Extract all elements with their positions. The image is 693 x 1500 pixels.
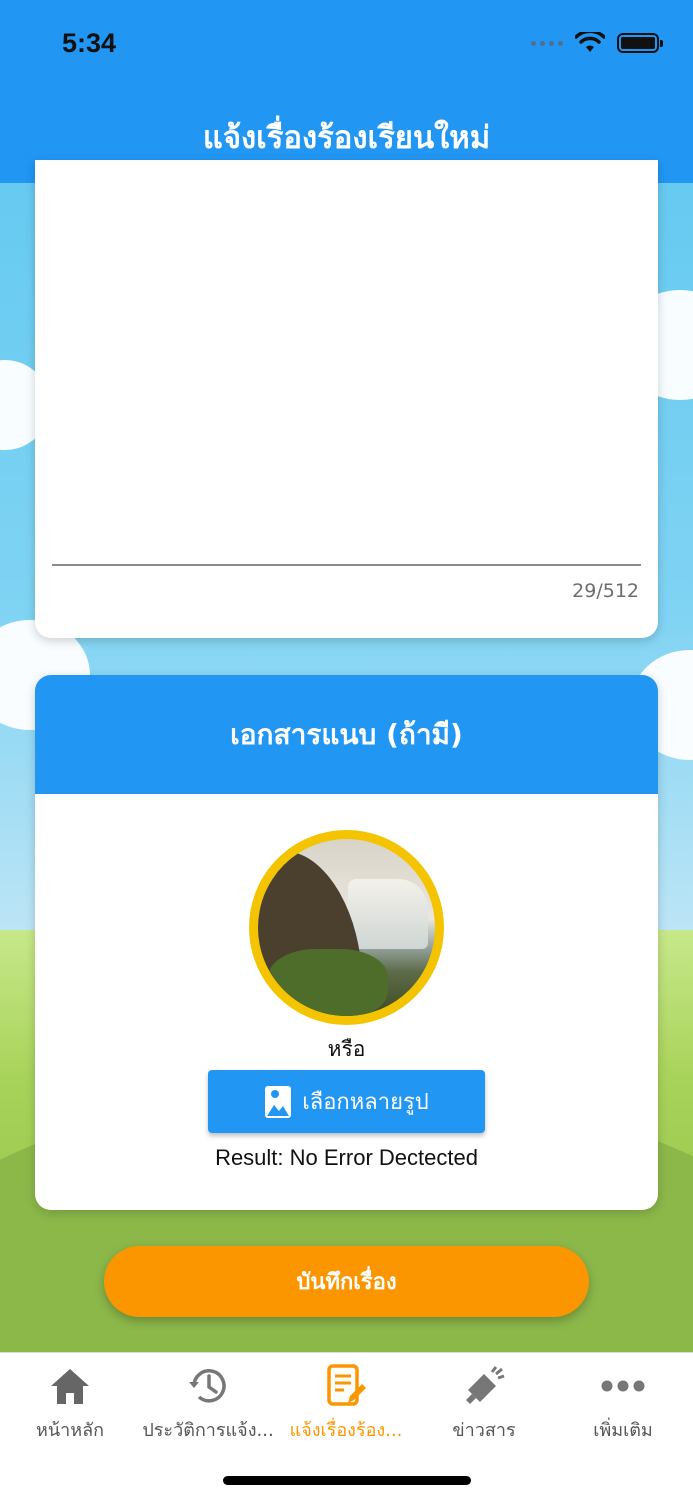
status-time: 5:34: [62, 28, 117, 58]
app-header: 5:34 แจ้งเรื่องร้องเรียนใหม่: [0, 0, 693, 183]
image-icon: [265, 1085, 292, 1118]
page-title: แจ้งเรื่องร้องเรียนใหม่: [202, 120, 491, 156]
history-icon: [189, 1369, 226, 1403]
tab-new-complaint-label: แจ้งเรื่องร้อง...: [289, 1420, 403, 1441]
status-icons: [531, 32, 663, 54]
tab-home-label: หน้าหลัก: [35, 1420, 105, 1441]
battery-icon: [617, 33, 663, 53]
complaint-textarea[interactable]: [52, 200, 641, 560]
complaint-text-card: 29/512: [35, 160, 658, 638]
signal-icon: [531, 40, 563, 46]
save-complaint-button[interactable]: บันทึกเรื่อง: [104, 1246, 589, 1317]
tab-history-label: ประวัติการแจ้ง...: [142, 1420, 274, 1441]
character-counter: 29/512: [572, 580, 639, 602]
textarea-underline: [52, 564, 641, 566]
pick-multiple-images-button[interactable]: เลือกหลายรูป: [208, 1070, 485, 1133]
wifi-icon: [575, 32, 605, 52]
tab-more-label: เพิ่มเติม: [593, 1420, 653, 1441]
attachment-title: เอกสารแนบ (ถ้ามี): [35, 675, 658, 794]
attachment-photo[interactable]: [249, 830, 444, 1025]
megaphone-icon: [466, 1366, 505, 1404]
tab-news-label: ข่าวสาร: [452, 1420, 516, 1441]
pick-button-label: เลือกหลายรูป: [302, 1090, 429, 1115]
tab-more[interactable]: เพิ่มเติม: [553, 1363, 693, 1443]
home-icon: [51, 1369, 89, 1404]
result-text: Result: No Error Dectected: [215, 1145, 478, 1170]
or-label: หรือ: [327, 1037, 366, 1061]
attachment-card: เอกสารแนบ (ถ้ามี) หรือ เลือกหลายรูป Resu…: [35, 675, 658, 1210]
tab-news[interactable]: ข่าวสาร: [414, 1363, 554, 1443]
tab-new-complaint[interactable]: แจ้งเรื่องร้อง...: [276, 1363, 416, 1443]
edit-document-icon: [327, 1364, 366, 1406]
home-indicator[interactable]: [223, 1476, 471, 1485]
tab-history[interactable]: ประวัติการแจ้ง...: [138, 1363, 278, 1443]
more-icon: [601, 1380, 645, 1392]
tab-home[interactable]: หน้าหลัก: [0, 1363, 140, 1443]
